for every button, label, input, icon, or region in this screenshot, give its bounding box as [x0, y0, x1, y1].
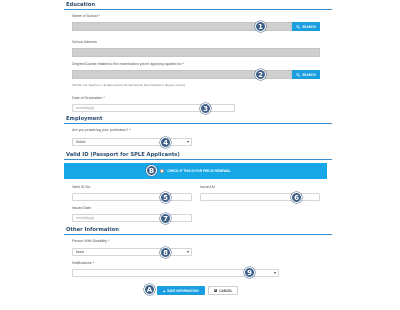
section-heading-valid-id: Valid ID (Passport for SPLE Applicants): [66, 152, 180, 158]
close-icon: ✕: [213, 287, 218, 293]
pre-id-renewal-label: CHECK IF THIS IS FOR PRE-ID RENEWAL: [167, 169, 231, 173]
cancel-label: CANCEL: [219, 288, 233, 293]
cancel-button[interactable]: ✕ CANCEL: [208, 286, 238, 295]
marker-9: 9: [244, 267, 255, 278]
school-address-label: School Address: [72, 40, 97, 44]
graduation-date-label: Date of Graduation *: [72, 96, 105, 100]
profession-label: Are you practicing your profession? *: [72, 128, 131, 132]
marker-4: 4: [160, 137, 171, 148]
marker-a: A: [144, 284, 155, 295]
school-search-button[interactable]: 🔍︎ SEARCH: [292, 22, 320, 31]
search-icon: 🔍︎: [296, 24, 301, 29]
degree-search-button[interactable]: 🔍︎ SEARCH: [292, 70, 320, 79]
disability-select-value: None: [76, 250, 85, 254]
chevron-down-icon: [187, 141, 189, 143]
degree-note: (NOTE: For Teachers, LE-data owners shou…: [72, 83, 186, 87]
school-address-field[interactable]: [72, 48, 320, 57]
valid-id-no-label: Valid ID No.: [72, 185, 91, 189]
section-divider: [64, 123, 332, 124]
issued-date-input[interactable]: mm/dd/yyyy: [72, 214, 192, 222]
pre-id-renewal-checkbox[interactable]: [160, 169, 165, 173]
marker-5: 5: [160, 192, 171, 203]
disability-label: Person With Disability *: [72, 239, 110, 243]
school-name-label: Name of School *: [72, 14, 100, 18]
section-divider: [64, 9, 332, 10]
search-button-label: SEARCH: [302, 72, 316, 77]
search-icon: 🔍︎: [296, 72, 301, 77]
section-divider: [64, 159, 332, 160]
marker-1: 1: [255, 21, 266, 32]
marker-7: 7: [160, 213, 171, 224]
degree-label: Degree/Course related to the examination…: [72, 62, 184, 66]
marker-b: B: [146, 165, 157, 176]
disability-select[interactable]: None: [72, 248, 192, 256]
issued-date-label: Issued Date: [72, 206, 92, 210]
save-information-button[interactable]: 🔒︎ SAVE INFORMATION: [157, 286, 205, 295]
save-information-label: SAVE INFORMATION: [167, 288, 199, 293]
chevron-down-icon: [274, 272, 276, 274]
pre-id-renewal-banner[interactable]: CHECK IF THIS IS FOR PRE-ID RENEWAL: [64, 163, 327, 179]
issued-at-label: Issued At: [200, 185, 215, 189]
profession-select-value: Select: [76, 140, 86, 144]
lock-icon: 🔒︎: [163, 288, 166, 293]
marker-8: 8: [160, 247, 171, 258]
valid-id-no-input[interactable]: [72, 193, 192, 201]
issued-at-input[interactable]: [200, 193, 320, 201]
search-button-label: SEARCH: [302, 24, 316, 29]
section-heading-employment: Employment: [66, 116, 103, 122]
section-heading-education: Education: [66, 2, 96, 8]
notifications-label: Notifications *: [72, 261, 94, 265]
section-heading-other-information: Other Information: [66, 227, 119, 233]
chevron-down-icon: [187, 251, 189, 253]
marker-6: 6: [291, 192, 302, 203]
section-divider: [64, 234, 332, 235]
marker-3: 3: [200, 103, 211, 114]
marker-2: 2: [255, 69, 266, 80]
profession-select[interactable]: Select: [72, 138, 192, 146]
